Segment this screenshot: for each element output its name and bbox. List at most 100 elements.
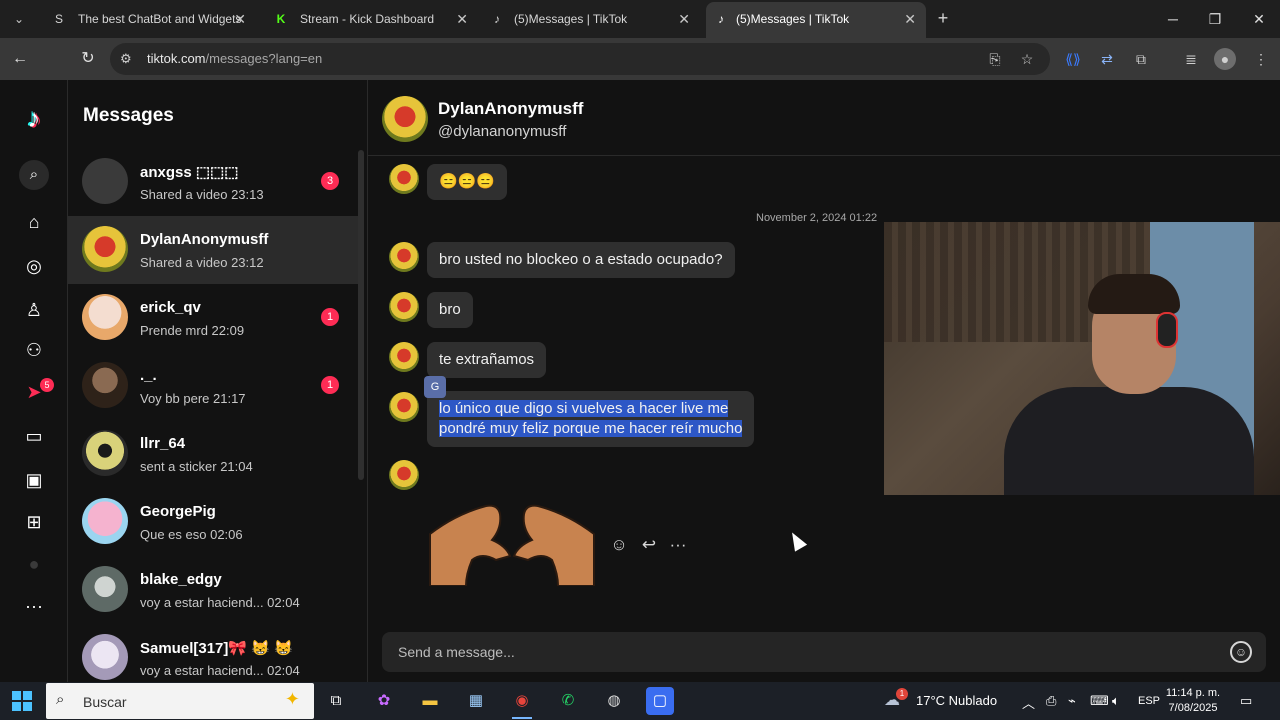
- message-avatar[interactable]: [389, 164, 419, 194]
- conversation-preview: Shared a video 23:13: [140, 187, 264, 202]
- conversation-item[interactable]: llrr_64 sent a sticker 21:04: [68, 420, 358, 488]
- windows-start-icon[interactable]: [12, 691, 32, 711]
- taskbar-search[interactable]: ⌕ Buscar ✦: [46, 683, 314, 719]
- tab-search-chevron-icon[interactable]: ⌄: [8, 8, 30, 30]
- bookmark-star-icon[interactable]: ☆: [1018, 50, 1036, 68]
- translate-badge-icon[interactable]: G: [424, 376, 446, 398]
- chat-handle[interactable]: @dylananonymusff: [438, 123, 566, 140]
- chat-display-name[interactable]: DylanAnonymusff: [438, 99, 583, 119]
- profile-icon[interactable]: ●: [20, 550, 48, 578]
- conversation-item[interactable]: erick_qv Prende mrd 22:09 1: [68, 284, 358, 352]
- file-explorer-icon[interactable]: ▬: [416, 687, 444, 715]
- new-tab-plus-icon[interactable]: +: [932, 8, 954, 30]
- message-bubble[interactable]: 😑😑😑: [427, 164, 508, 200]
- live-tv-icon[interactable]: ▣: [20, 466, 48, 494]
- close-tab-icon[interactable]: ✕: [678, 2, 690, 36]
- task-view-icon[interactable]: ⧉: [322, 687, 350, 715]
- reply-arrow-icon[interactable]: ↩: [638, 534, 660, 556]
- more-dots-icon[interactable]: ···: [20, 592, 48, 620]
- message-bubble-selected[interactable]: lo único que digo si vuelves a hacer liv…: [427, 391, 755, 447]
- avatar: [82, 566, 128, 612]
- reload-icon[interactable]: ↻: [76, 47, 100, 71]
- conversation-preview: Voy bb pere 21:17: [140, 391, 246, 406]
- notifications-icon[interactable]: ▭: [1240, 693, 1252, 709]
- browser-menu-icon[interactable]: ⋮: [1250, 48, 1272, 70]
- more-options-icon[interactable]: ···: [667, 534, 689, 556]
- avatar: [82, 158, 128, 204]
- message-avatar[interactable]: [389, 292, 419, 322]
- restore-icon[interactable]: ❐: [1200, 6, 1230, 32]
- avatar: [82, 634, 128, 680]
- browser-tab-strip: ⌄ S The best ChatBot and Widgets ✕ K Str…: [0, 0, 1280, 38]
- extensions-puzzle-icon[interactable]: ⧉: [1130, 48, 1152, 70]
- explore-compass-icon[interactable]: ◎: [20, 252, 48, 280]
- tiktok-logo-icon[interactable]: ♪: [20, 102, 48, 134]
- chat-header: DylanAnonymusff @dylananonymusff: [368, 80, 1280, 156]
- close-tab-icon[interactable]: ✕: [456, 2, 468, 36]
- whatsapp-icon[interactable]: ✆: [554, 687, 582, 715]
- conversation-item[interactable]: GeorgePig Que es eso 02:06: [68, 488, 358, 556]
- weather-text[interactable]: 17°C Nublado: [916, 693, 997, 708]
- microphone-icon[interactable]: ⎙: [1046, 693, 1056, 709]
- message-avatar[interactable]: [389, 342, 419, 372]
- language-indicator[interactable]: ESP: [1138, 695, 1160, 707]
- tab-tiktok-messages[interactable]: ♪ (5)Messages | TikTok ✕: [482, 2, 700, 38]
- home-icon[interactable]: ⌂: [20, 208, 48, 236]
- browser-toolbar: ← ↻ ⚙ tiktok.com/messages?lang=en ⎘ ☆ ⟪⟫…: [0, 38, 1280, 80]
- conversation-item-selected[interactable]: DylanAnonymusff Shared a video 23:12: [68, 216, 358, 284]
- avatar[interactable]: [382, 96, 428, 142]
- media-queue-icon[interactable]: ≣: [1180, 48, 1202, 70]
- heart-hands-sticker[interactable]: [426, 494, 598, 586]
- upload-plus-icon[interactable]: ⊞: [20, 508, 48, 536]
- conversation-preview: sent a sticker 21:04: [140, 459, 253, 474]
- taskbar-clock[interactable]: 11:14 p. m. 7/08/2025: [1160, 686, 1226, 716]
- close-tab-icon[interactable]: ✕: [234, 2, 246, 36]
- avatar: [82, 430, 128, 476]
- chrome-icon[interactable]: ◉: [508, 687, 536, 719]
- extension-m-icon[interactable]: ⟪⟫: [1062, 48, 1084, 70]
- conversation-item[interactable]: blake_edgy voy a estar haciend... 02:04: [68, 556, 358, 624]
- avatar: [82, 362, 128, 408]
- copilot-icon[interactable]: ✿: [370, 687, 398, 715]
- message-input[interactable]: [398, 642, 1198, 662]
- messages-icon[interactable]: ▭: [20, 422, 48, 450]
- app-icon[interactable]: ▢: [646, 687, 674, 715]
- install-app-icon[interactable]: ⎘: [986, 50, 1004, 68]
- avatar: [82, 294, 128, 340]
- message-bubble[interactable]: bro usted no blockeo o a estado ocupado?: [427, 242, 735, 278]
- message-bubble[interactable]: bro: [427, 292, 473, 328]
- translate-icon[interactable]: ⇄: [1096, 48, 1118, 70]
- usb-icon[interactable]: ⌁: [1068, 693, 1076, 709]
- address-bar[interactable]: ⚙ tiktok.com/messages?lang=en ⎘ ☆: [110, 43, 1050, 75]
- following-icon[interactable]: ♙: [20, 296, 48, 324]
- tab-chatbot[interactable]: S The best ChatBot and Widgets ✕: [38, 2, 256, 38]
- obs-icon[interactable]: ◍: [600, 687, 628, 715]
- close-window-icon[interactable]: ✕: [1244, 6, 1274, 32]
- conversation-scrollbar[interactable]: [358, 150, 364, 480]
- conversation-item[interactable]: ._. Voy bb pere 21:17 1: [68, 352, 358, 420]
- url-text[interactable]: tiktok.com/messages?lang=en: [147, 51, 322, 66]
- message-bubble[interactable]: te extrañamos: [427, 342, 547, 378]
- message-avatar[interactable]: [389, 242, 419, 272]
- tray-overflow-chevron-icon[interactable]: ︿: [1022, 693, 1035, 712]
- tab-tiktok-messages-active[interactable]: ♪ (5)Messages | TikTok ✕: [706, 2, 926, 38]
- search-icon[interactable]: ⌕: [19, 160, 49, 190]
- store-icon[interactable]: ▦: [462, 687, 490, 715]
- back-arrow-icon[interactable]: ←: [8, 47, 32, 71]
- conversation-name: DylanAnonymusff: [140, 231, 269, 248]
- emoji-picker-icon[interactable]: ☺: [1230, 641, 1252, 663]
- close-tab-icon[interactable]: ✕: [904, 2, 916, 36]
- conversation-item[interactable]: anxgss ⬚⬚⬚ Shared a video 23:13 3: [68, 148, 358, 216]
- friends-icon[interactable]: ⚇: [20, 336, 48, 364]
- tab-kick-dashboard[interactable]: K Stream - Kick Dashboard ✕: [260, 2, 478, 38]
- react-emoji-icon[interactable]: ☺: [608, 534, 630, 556]
- conversation-name: Samuel[317]🎀 😸 😸: [140, 640, 293, 657]
- message-avatar[interactable]: [389, 460, 419, 490]
- minimize-icon[interactable]: ─: [1158, 6, 1188, 32]
- message-avatar[interactable]: [389, 392, 419, 422]
- site-info-icon[interactable]: ⚙: [120, 51, 132, 67]
- network-icon[interactable]: ⌨: [1090, 693, 1109, 709]
- profile-avatar-icon[interactable]: ●: [1214, 48, 1236, 70]
- notification-badge: 5: [40, 378, 54, 392]
- volume-icon[interactable]: 🔈︎: [1112, 693, 1120, 709]
